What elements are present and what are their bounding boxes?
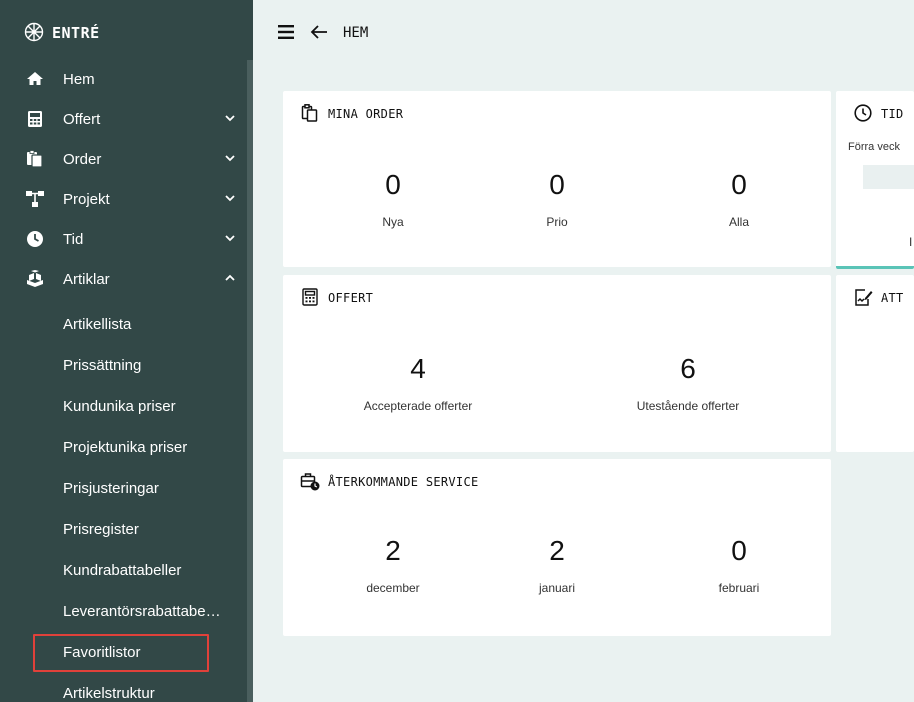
stat-value: 4 <box>410 353 426 384</box>
stat-label: Accepterade offerter <box>363 399 473 413</box>
card-att: ATT <box>836 275 914 452</box>
chevron-down-icon <box>225 195 235 202</box>
sitemap-icon <box>26 191 44 207</box>
clipboard-outline-icon <box>301 104 318 122</box>
subnav-label: Artikelstruktur <box>63 685 155 702</box>
sidebar-item-label: Offert <box>63 111 101 128</box>
stat-prio[interactable]: 0 Prio <box>497 169 617 229</box>
subnav-label: Prisjusteringar <box>63 480 159 497</box>
sidebar-item-order[interactable]: Order <box>0 139 247 179</box>
sidebar: ENTRÉ Hem Offert Order Projekt Tid Artik… <box>0 0 253 702</box>
stat-label: Nya <box>382 215 404 229</box>
card-title: TID <box>881 107 904 121</box>
stat-utestaende-offerter[interactable]: 6 Utestående offerter <box>613 353 763 413</box>
sidebar-item-tid[interactable]: Tid <box>0 219 247 259</box>
subnav-item-projektunika-priser[interactable]: Projektunika priser <box>0 428 247 468</box>
brand-name: ENTRÉ <box>52 24 100 42</box>
subnav-label: Projektunika priser <box>63 439 188 456</box>
briefcase-clock-icon <box>300 473 320 491</box>
sidebar-item-label: Tid <box>63 231 84 248</box>
stat-december[interactable]: 2 december <box>333 535 453 595</box>
sidebar-item-label: Projekt <box>63 191 110 208</box>
subnav-label: Prissättning <box>63 357 142 374</box>
card-aterkommande-service: ÅTERKOMMANDE SERVICE 2 december 2 januar… <box>283 459 831 636</box>
sidebar-item-projekt[interactable]: Projekt <box>0 179 247 219</box>
subnav-item-kundunika-priser[interactable]: Kundunika priser <box>0 387 247 427</box>
stat-januari[interactable]: 2 januari <box>497 535 617 595</box>
page-title: HEM <box>343 25 369 41</box>
card-mina-order: MINA ORDER 0 Nya 0 Prio 0 Alla <box>283 91 831 267</box>
subnav-item-artikellista[interactable]: Artikellista <box>0 305 247 345</box>
card-offert: OFFERT 4 Accepterade offerter 6 Uteståen… <box>283 275 831 452</box>
chevron-down-icon <box>225 235 235 242</box>
subnav-item-prisregister[interactable]: Prisregister <box>0 510 247 550</box>
clock-icon <box>27 231 43 247</box>
sidebar-scrollbar[interactable] <box>247 60 253 702</box>
selected-item-highlight <box>33 634 209 672</box>
subnav-item-leverantorsrabattabeller[interactable]: Leverantörsrabattabe… <box>0 592 247 632</box>
stat-label: Utestående offerter <box>636 399 740 413</box>
subnav-item-prissattning[interactable]: Prissättning <box>0 346 247 386</box>
time-bar <box>863 165 914 189</box>
stat-alla[interactable]: 0 Alla <box>679 169 799 229</box>
chevron-down-icon <box>225 155 235 162</box>
subnav-label: Leverantörsrabattabe… <box>63 603 221 620</box>
stat-nya[interactable]: 0 Nya <box>333 169 453 229</box>
card-label-fragment: I <box>909 235 913 249</box>
chevron-down-icon <box>225 115 235 122</box>
sidebar-item-artiklar[interactable]: Artiklar <box>0 259 247 299</box>
arrow-left-icon[interactable] <box>309 22 329 42</box>
stat-value: 2 <box>549 535 565 566</box>
stat-value: 0 <box>549 169 565 200</box>
stat-value: 0 <box>731 169 747 200</box>
card-title: MINA ORDER <box>328 107 404 121</box>
stat-label: januari <box>538 581 576 595</box>
stat-label: Alla <box>728 215 749 229</box>
subnav-item-kundrabattabeller[interactable]: Kundrabattabeller <box>0 551 247 591</box>
hamburger-icon[interactable] <box>278 25 294 39</box>
sidebar-item-label: Order <box>63 151 102 168</box>
subnav-item-artikelstruktur[interactable]: Artikelstruktur <box>0 674 247 702</box>
clipboard-icon <box>27 150 43 168</box>
chevron-up-icon <box>225 274 235 281</box>
card-title: ATT <box>881 291 904 305</box>
brand-logo-icon <box>24 22 44 42</box>
calculator-icon <box>28 111 42 127</box>
stat-value: 0 <box>385 169 401 200</box>
boxes-icon <box>27 270 43 287</box>
stat-value: 0 <box>731 535 747 566</box>
subnav-item-prisjusteringar[interactable]: Prisjusteringar <box>0 469 247 509</box>
topbar: HEM <box>253 11 914 59</box>
stat-accepterade-offerter[interactable]: 4 Accepterade offerter <box>343 353 493 413</box>
card-title: OFFERT <box>328 291 374 305</box>
stat-februari[interactable]: 0 februari <box>679 535 799 595</box>
stat-label: Prio <box>546 215 568 229</box>
card-subtitle: Förra veck <box>848 141 900 153</box>
clock-outline-icon <box>854 104 872 122</box>
subnav-label: Kundunika priser <box>63 398 176 415</box>
sidebar-item-label: Hem <box>63 71 95 88</box>
subnav-label: Artikellista <box>63 316 132 333</box>
card-title: ÅTERKOMMANDE SERVICE <box>328 475 479 489</box>
stat-label: december <box>366 581 420 595</box>
sidebar-item-hem[interactable]: Hem <box>0 59 247 99</box>
stat-value: 6 <box>680 353 696 384</box>
card-tid: TID Förra veck I <box>836 91 914 269</box>
calculator-outline-icon <box>302 288 318 306</box>
home-icon <box>27 72 43 85</box>
sidebar-item-label: Artiklar <box>63 271 110 288</box>
subnav-label: Prisregister <box>63 521 139 538</box>
subnav-label: Kundrabattabeller <box>63 562 182 579</box>
file-signature-icon <box>855 289 873 306</box>
progress-accent <box>836 266 914 269</box>
stat-label: februari <box>718 581 760 595</box>
brand[interactable]: ENTRÉ <box>0 0 253 60</box>
stat-value: 2 <box>385 535 401 566</box>
sidebar-item-offert[interactable]: Offert <box>0 99 247 139</box>
